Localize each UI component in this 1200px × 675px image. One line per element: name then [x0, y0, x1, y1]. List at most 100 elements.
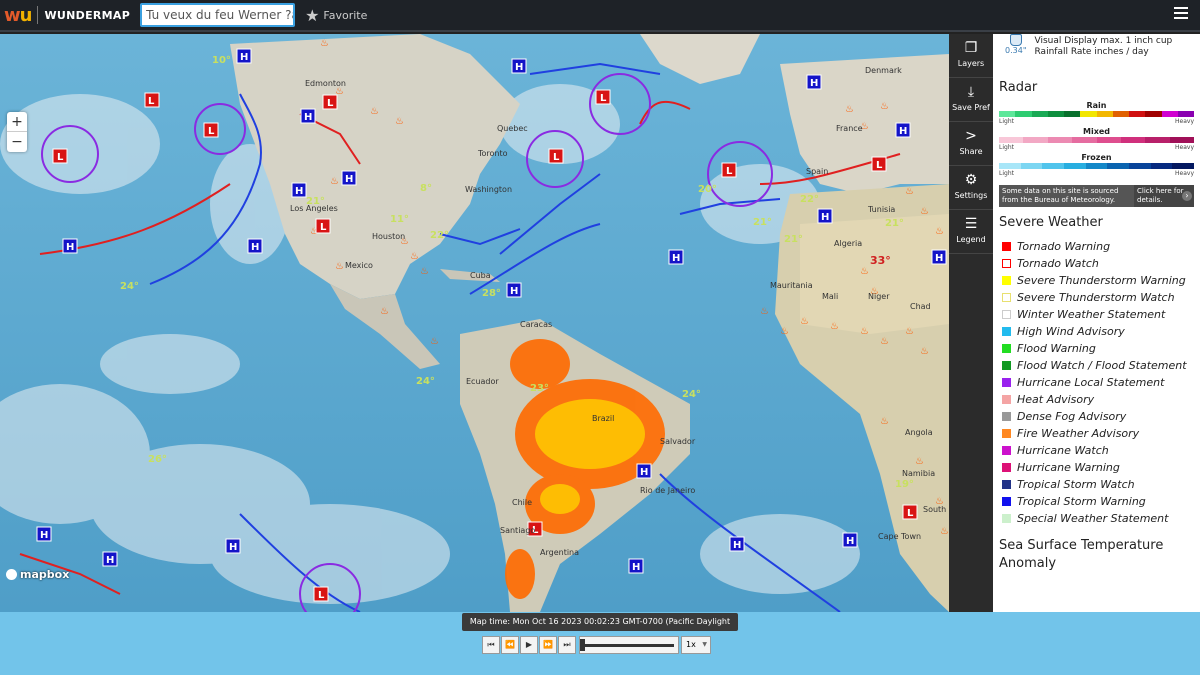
severe-weather-item: Dense Fog Advisory: [999, 408, 1194, 425]
severe-weather-item: Tropical Storm Watch: [999, 476, 1194, 493]
rain-cup-legend: 0.34" Visual Display max. 1 inch cup Rai…: [999, 34, 1194, 72]
list-icon: ☰: [964, 216, 978, 232]
speed-select[interactable]: 1x ▼: [681, 636, 711, 654]
svg-text:Los Angeles: Los Angeles: [290, 204, 338, 213]
svg-text:Chad: Chad: [910, 302, 931, 311]
svg-text:L: L: [208, 126, 215, 137]
svg-text:Santiago: Santiago: [500, 526, 535, 535]
legend-label: Legend: [956, 235, 986, 244]
svg-text:Quebec: Quebec: [497, 124, 528, 133]
color-swatch: [1064, 111, 1081, 117]
svg-text:South: South: [923, 505, 946, 514]
gear-icon: ⚙: [964, 172, 978, 188]
svg-text:Toronto: Toronto: [477, 149, 508, 158]
svg-text:21°: 21°: [885, 218, 904, 229]
severe-weather-label: Tornado Watch: [1017, 257, 1099, 270]
next-frame-button[interactable]: ⏩: [539, 636, 557, 654]
svg-text:♨: ♨: [880, 416, 889, 427]
svg-text:22°: 22°: [800, 194, 819, 205]
mixed-label: Mixed: [1082, 127, 1110, 136]
svg-text:♨: ♨: [845, 104, 854, 115]
rain-light-label: Light: [999, 118, 1014, 125]
share-button[interactable]: > Share: [949, 122, 993, 166]
legend-panel[interactable]: 0.34" Visual Display max. 1 inch cup Rai…: [993, 34, 1200, 612]
svg-text:Rio de Janeiro: Rio de Janeiro: [640, 486, 695, 495]
frozen-scale-ends: Light Heavy: [999, 170, 1194, 177]
layers-button[interactable]: ❐ Layers: [949, 34, 993, 78]
severe-weather-label: Flood Watch / Flood Statement: [1017, 359, 1187, 372]
legend-button[interactable]: ☰ Legend: [949, 210, 993, 254]
severe-weather-swatch: [1002, 395, 1011, 404]
color-swatch: [1145, 111, 1162, 117]
severe-weather-swatch: [1002, 446, 1011, 455]
mixed-light-label: Light: [999, 144, 1014, 151]
severe-weather-item: Fire Weather Advisory: [999, 425, 1194, 442]
severe-weather-item: Tornado Watch: [999, 255, 1194, 272]
zoom-in-button[interactable]: +: [7, 112, 27, 132]
svg-text:H: H: [810, 78, 818, 89]
svg-text:H: H: [935, 253, 943, 264]
severe-weather-list: Tornado Warning Tornado Watch Severe Thund…: [999, 238, 1194, 527]
timeline-slider[interactable]: [579, 636, 679, 654]
severe-weather-label: High Wind Advisory: [1017, 325, 1125, 338]
color-swatch: [999, 111, 1016, 117]
svg-text:H: H: [40, 530, 48, 541]
svg-text:28°: 28°: [482, 288, 501, 299]
severe-weather-item: Severe Thunderstorm Watch: [999, 289, 1194, 306]
color-swatch: [1150, 163, 1173, 169]
severe-weather-swatch: [1002, 429, 1011, 438]
svg-text:11°: 11°: [390, 214, 409, 225]
svg-text:♨: ♨: [915, 456, 924, 467]
save-pref-button[interactable]: ⤓ Save Pref: [949, 78, 993, 122]
svg-text:19°: 19°: [895, 479, 914, 490]
svg-text:23°: 23°: [530, 383, 549, 394]
color-swatch: [1107, 163, 1130, 169]
severe-weather-swatch: [1002, 242, 1011, 251]
search-input[interactable]: Tu veux du feu Werner ?ai: [140, 3, 296, 27]
svg-text:H: H: [295, 186, 303, 197]
layers-label: Layers: [957, 59, 985, 68]
settings-button[interactable]: ⚙ Settings: [949, 166, 993, 210]
favorite-button[interactable]: ★ Favorite: [305, 6, 367, 25]
zoom-out-button[interactable]: −: [7, 132, 27, 152]
svg-text:Niger: Niger: [868, 292, 890, 301]
color-swatch: [999, 137, 1024, 143]
play-button[interactable]: ▶: [520, 636, 538, 654]
last-frame-button[interactable]: ⏭: [558, 636, 576, 654]
severe-weather-label: Hurricane Local Statement: [1017, 376, 1165, 389]
bom-details-link[interactable]: Click here for details. ›: [1134, 185, 1194, 207]
map-canvas[interactable]: ♨♨♨♨ ♨♨♨♨ ♨♨♨♨ ♨♨♨♨ ♨♨♨♨ ♨♨♨♨ ♨♨♨♨ ♨♨♨♨: [0, 34, 949, 612]
rain-color-bar: [999, 111, 1194, 117]
chevron-right-icon: ›: [1182, 191, 1192, 201]
weather-map[interactable]: ♨ ♨ ♨ ♨ ♨ ♨ ♨ ♨ ♨ ♨ ♨ ♨ ♨ ♨ ♨ ♨ ♨ ♨ ♨ ♨ ♨ ♨ ♨ ♨ ♨ ♨ ♨ ♨ ♨ ♨ ♨ ♨: [0, 34, 949, 612]
severe-weather-label: Fire Weather Advisory: [1017, 427, 1140, 440]
menu-icon[interactable]: [1174, 4, 1188, 22]
mapbox-attribution[interactable]: mapbox: [6, 568, 69, 581]
svg-text:♨: ♨: [320, 38, 329, 49]
mixed-scale-ends: Light Heavy: [999, 144, 1194, 151]
color-swatch: [1096, 111, 1113, 117]
svg-text:♨: ♨: [370, 106, 379, 117]
share-icon: >: [965, 128, 977, 144]
severe-weather-swatch: [1002, 514, 1011, 523]
frozen-label: Frozen: [1081, 153, 1112, 162]
severe-weather-label: Tropical Storm Watch: [1017, 478, 1135, 491]
playback-controls: ⏮ ⏪ ▶ ⏩ ⏭ 1x ▼: [482, 636, 711, 654]
severe-weather-swatch: [1002, 276, 1011, 285]
slider-thumb[interactable]: [580, 639, 585, 651]
color-swatch: [999, 163, 1021, 169]
svg-text:Angola: Angola: [905, 428, 933, 437]
severe-weather-item: Hurricane Local Statement: [999, 374, 1194, 391]
color-swatch: [1172, 163, 1195, 169]
previous-frame-button[interactable]: ⏪: [501, 636, 519, 654]
first-frame-button[interactable]: ⏮: [482, 636, 500, 654]
svg-text:♨: ♨: [905, 326, 914, 337]
svg-text:Caracas: Caracas: [520, 320, 552, 329]
severe-weather-swatch: [1002, 497, 1011, 506]
svg-text:Algeria: Algeria: [834, 239, 862, 248]
svg-text:♨: ♨: [760, 306, 769, 317]
chevron-down-icon: ▼: [702, 641, 707, 648]
severe-weather-label: Tornado Warning: [1017, 240, 1111, 253]
rain-cup-value: 0.34": [1005, 46, 1027, 55]
wunderground-logo[interactable]: wu WUNDERMAP: [0, 0, 130, 31]
